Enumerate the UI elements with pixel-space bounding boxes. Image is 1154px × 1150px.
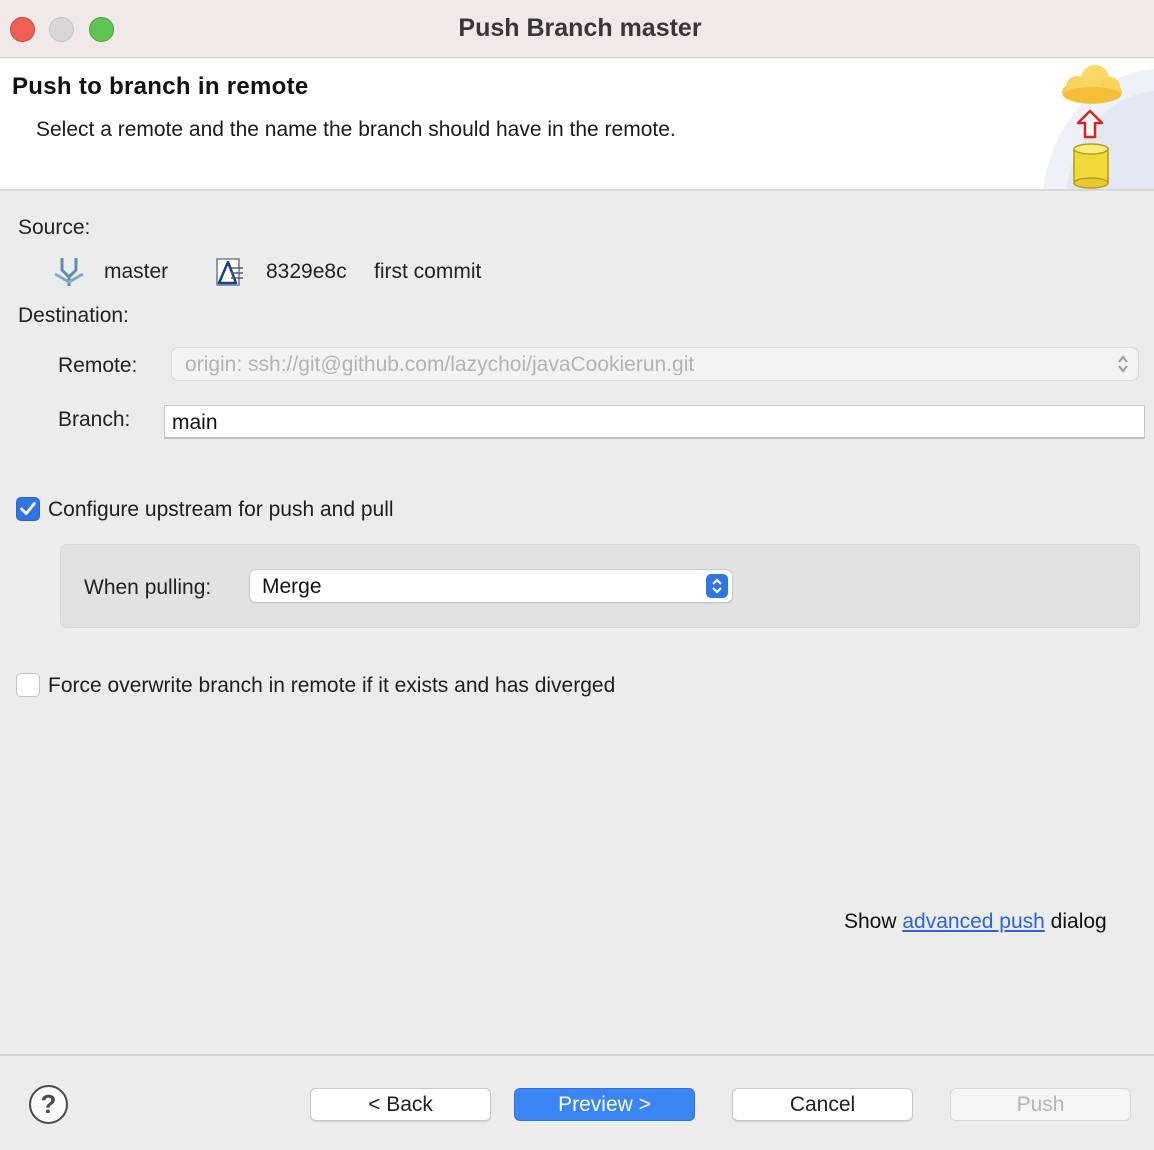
footer-divider [0, 1054, 1154, 1056]
advanced-push-text: Show advanced push dialog [844, 910, 1107, 934]
help-button[interactable]: ? [29, 1085, 68, 1124]
branch-input[interactable] [172, 410, 1122, 436]
window-title: Push Branch master [458, 14, 702, 42]
branch-input-box [164, 405, 1145, 439]
source-branch-name: master [104, 260, 169, 283]
banner-description: Select a remote and the name the branch … [36, 118, 676, 141]
force-overwrite-checkbox[interactable] [16, 673, 40, 697]
destination-label: Destination: [18, 304, 129, 327]
title-bar: Push Branch master [0, 0, 1154, 58]
source-label: Source: [18, 216, 91, 239]
remote-select-value: origin: ssh://git@github.com/lazychoi/ja… [185, 353, 695, 376]
advanced-suffix: dialog [1050, 910, 1107, 933]
push-branch-dialog: Push Branch master Push to branch in rem… [0, 0, 1154, 1150]
chevron-updown-icon [712, 578, 722, 594]
commit-icon [216, 258, 243, 286]
chevron-updown-icon [1118, 355, 1128, 373]
advanced-prefix: Show [844, 910, 897, 933]
cancel-button[interactable]: Cancel [732, 1088, 913, 1121]
checkmark-icon [20, 502, 36, 515]
advanced-push-link[interactable]: advanced push [902, 910, 1044, 933]
source-commit-message: first commit [374, 260, 482, 283]
when-pulling-label: When pulling: [84, 576, 212, 599]
banner-heading: Push to branch in remote [12, 73, 309, 100]
remote-select[interactable]: origin: ssh://git@github.com/lazychoi/ja… [171, 347, 1139, 381]
remote-label: Remote: [58, 354, 138, 377]
wizard-banner: Push to branch in remote Select a remote… [0, 59, 1154, 191]
branch-label: Branch: [58, 408, 131, 431]
branch-icon [54, 258, 84, 286]
when-pulling-value: Merge [262, 575, 322, 598]
push-button[interactable]: Push [950, 1088, 1131, 1121]
source-commit-id: 8329e8c [266, 260, 347, 283]
when-pulling-select[interactable]: Merge [249, 569, 733, 603]
back-button[interactable]: < Back [310, 1088, 491, 1121]
force-overwrite-label[interactable]: Force overwrite branch in remote if it e… [48, 674, 615, 698]
select-stepper [706, 574, 728, 598]
configure-upstream-checkbox[interactable] [16, 497, 40, 521]
push-to-cloud-icon [1043, 65, 1154, 189]
configure-upstream-label[interactable]: Configure upstream for push and pull [48, 498, 394, 522]
preview-button[interactable]: Preview > [514, 1088, 695, 1121]
